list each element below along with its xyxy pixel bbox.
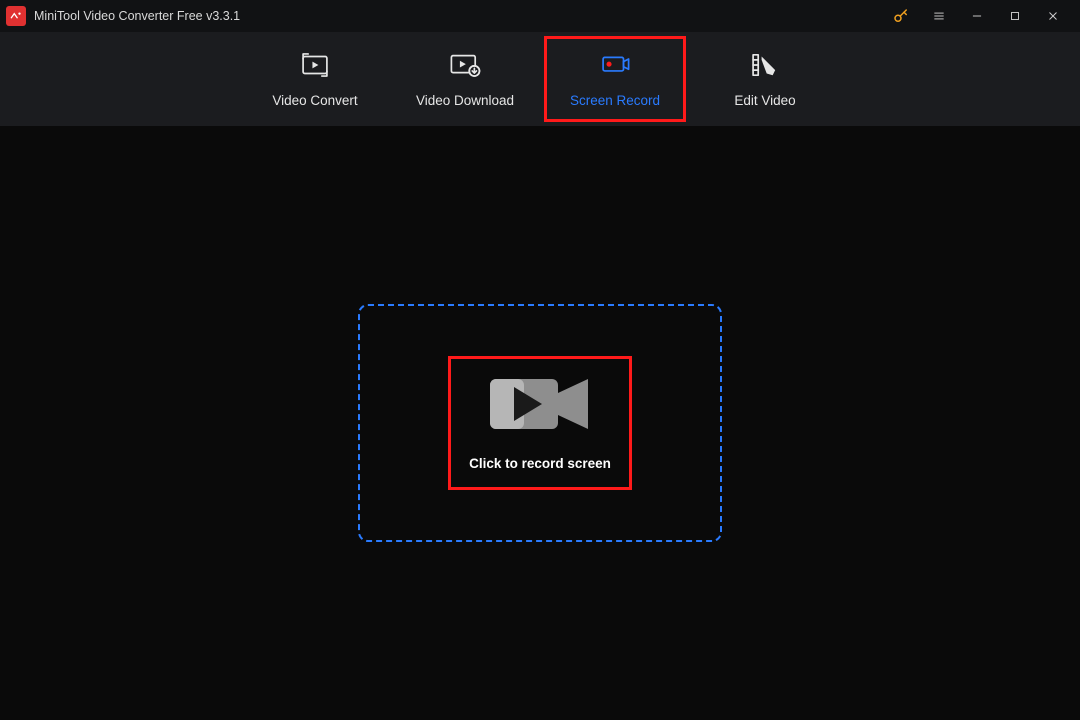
hamburger-menu-button[interactable] [920, 0, 958, 32]
edit-video-icon [748, 51, 782, 79]
video-download-icon [448, 51, 482, 79]
minimize-button[interactable] [958, 0, 996, 32]
tab-video-convert[interactable]: Video Convert [240, 32, 390, 126]
main-tabs: Video Convert Video Download Screen Reco… [0, 32, 1080, 126]
main-content: Click to record screen [0, 126, 1080, 720]
camcorder-icon [490, 375, 590, 438]
record-button-label: Click to record screen [469, 456, 611, 471]
app-title: MiniTool Video Converter Free v3.3.1 [34, 9, 240, 23]
tab-label: Video Convert [272, 93, 357, 108]
tab-label: Screen Record [570, 93, 660, 108]
tab-label: Video Download [416, 93, 514, 108]
titlebar: MiniTool Video Converter Free v3.3.1 [0, 0, 1080, 32]
maximize-button[interactable] [996, 0, 1034, 32]
license-key-button[interactable] [882, 0, 920, 32]
tab-screen-record[interactable]: Screen Record [540, 32, 690, 126]
screen-record-icon [598, 51, 632, 79]
app-logo-icon [6, 6, 26, 26]
close-button[interactable] [1034, 0, 1072, 32]
tab-video-download[interactable]: Video Download [390, 32, 540, 126]
record-screen-button[interactable]: Click to record screen [448, 356, 632, 490]
tab-edit-video[interactable]: Edit Video [690, 32, 840, 126]
video-convert-icon [298, 51, 332, 79]
tab-label: Edit Video [734, 93, 795, 108]
